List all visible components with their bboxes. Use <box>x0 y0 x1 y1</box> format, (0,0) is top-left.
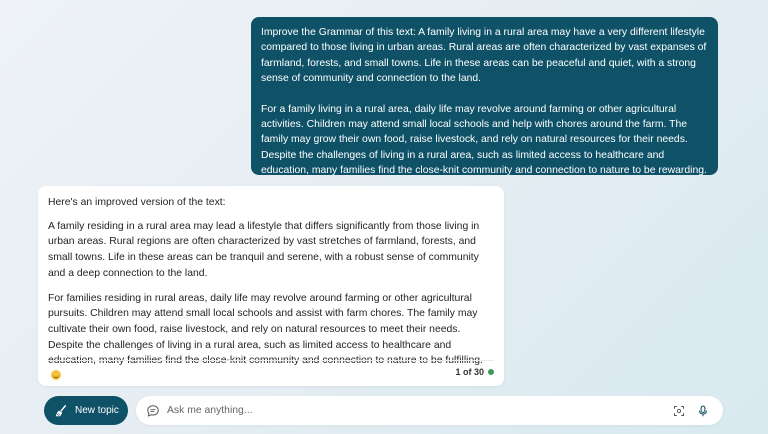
response-intro: Here's an improved version of the text: <box>48 197 226 208</box>
status-dot-icon <box>488 369 494 375</box>
assistant-response-text: Here's an improved version of the text: … <box>38 186 504 385</box>
assistant-response-card: Here's an improved version of the text: … <box>38 186 504 386</box>
response-counter-text: 1 of 30 <box>455 367 484 377</box>
response-paragraph-2: For families residing in rural areas, da… <box>48 291 494 385</box>
user-message-paragraph: Improve the Grammar of this text: A fami… <box>261 27 707 85</box>
response-paragraph-text: For families residing in rural areas, da… <box>48 292 483 367</box>
broom-icon <box>55 404 67 416</box>
ask-input[interactable] <box>167 405 673 416</box>
composer-actions <box>673 405 709 417</box>
new-topic-label: New topic <box>75 405 119 416</box>
user-message-bubble: Improve the Grammar of this text: A fami… <box>251 17 718 176</box>
chat-composer <box>136 396 723 425</box>
response-paragraph: A family residing in a rural area may le… <box>48 220 480 279</box>
microphone-icon[interactable] <box>697 405 709 417</box>
smiling-face-icon <box>51 370 61 381</box>
user-message-paragraph: For a family living in a rural area, dai… <box>261 103 707 177</box>
screenshot-icon[interactable] <box>673 405 685 417</box>
response-counter: 1 of 30 <box>455 367 494 377</box>
response-divider <box>48 360 494 361</box>
new-topic-button[interactable]: New topic <box>44 396 128 425</box>
chat-icon <box>147 404 159 417</box>
